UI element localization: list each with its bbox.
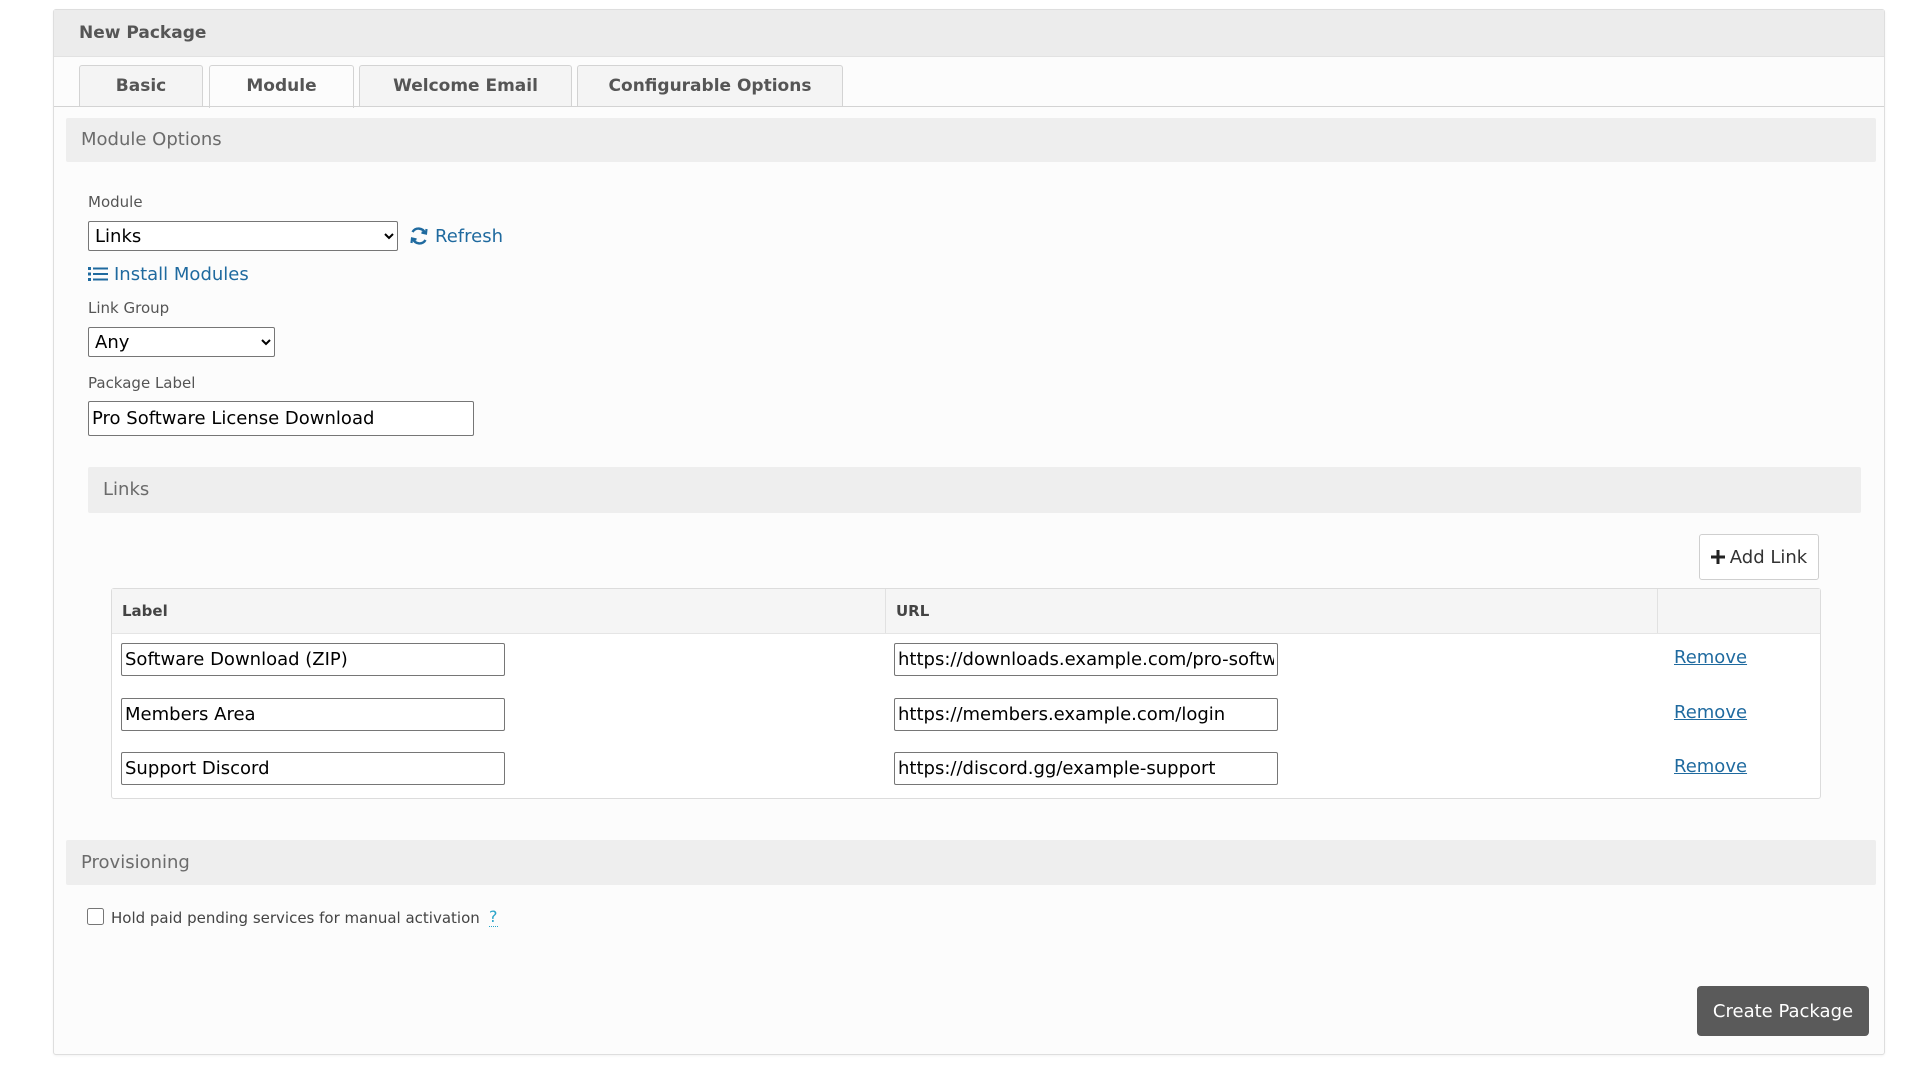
- module-select[interactable]: Links: [88, 221, 398, 251]
- column-header-url: URL: [885, 589, 1657, 633]
- link-label-input[interactable]: [121, 643, 505, 676]
- remove-link-button[interactable]: Remove: [1674, 756, 1747, 777]
- tab-basic[interactable]: Basic: [79, 65, 203, 106]
- link-label-input[interactable]: [121, 752, 505, 785]
- help-tooltip-icon[interactable]: ?: [489, 908, 498, 927]
- install-modules-link[interactable]: Install Modules: [88, 260, 249, 288]
- add-link-label: Add Link: [1729, 546, 1808, 568]
- link-url-input[interactable]: [894, 698, 1278, 731]
- list-icon: [88, 267, 108, 281]
- tab-configurable-options[interactable]: Configurable Options: [577, 65, 843, 106]
- links-table-header: Label URL: [112, 589, 1820, 634]
- link-group-label: Link Group: [88, 299, 170, 317]
- package-label-input[interactable]: [88, 401, 474, 436]
- remove-link-button[interactable]: Remove: [1674, 647, 1747, 668]
- package-label-label: Package Label: [88, 374, 196, 392]
- link-url-input[interactable]: [894, 752, 1278, 785]
- column-header-actions: [1657, 589, 1820, 633]
- provisioning-heading: Provisioning: [66, 840, 1876, 885]
- tabs-divider: [54, 106, 1884, 107]
- module-label: Module: [88, 193, 143, 211]
- link-group-select[interactable]: Any: [88, 327, 275, 357]
- add-link-button[interactable]: Add Link: [1699, 534, 1819, 580]
- column-header-label: Label: [122, 602, 168, 620]
- links-table: Label URL Remove Remove Remove: [111, 588, 1821, 799]
- refresh-link[interactable]: Refresh: [409, 222, 503, 250]
- refresh-icon: [410, 227, 428, 245]
- links-heading: Links: [88, 467, 1861, 513]
- plus-icon: [1710, 550, 1725, 564]
- refresh-label: Refresh: [435, 225, 503, 247]
- install-modules-label: Install Modules: [114, 263, 249, 285]
- hold-paid-pending-label: Hold paid pending services for manual ac…: [111, 909, 480, 927]
- tab-module[interactable]: Module: [209, 65, 354, 108]
- create-package-button[interactable]: Create Package: [1697, 986, 1869, 1036]
- remove-link-button[interactable]: Remove: [1674, 702, 1747, 723]
- tab-welcome-email[interactable]: Welcome Email: [359, 65, 572, 106]
- hold-paid-pending-checkbox[interactable]: [87, 908, 104, 925]
- panel-title: New Package: [54, 10, 1884, 57]
- link-url-input[interactable]: [894, 643, 1278, 676]
- tab-bar: Basic Module Welcome Email Configurable …: [79, 65, 1859, 115]
- module-options-heading: Module Options: [66, 118, 1876, 162]
- new-package-panel: New Package Basic Module Welcome Email C…: [53, 9, 1885, 1055]
- link-label-input[interactable]: [121, 698, 505, 731]
